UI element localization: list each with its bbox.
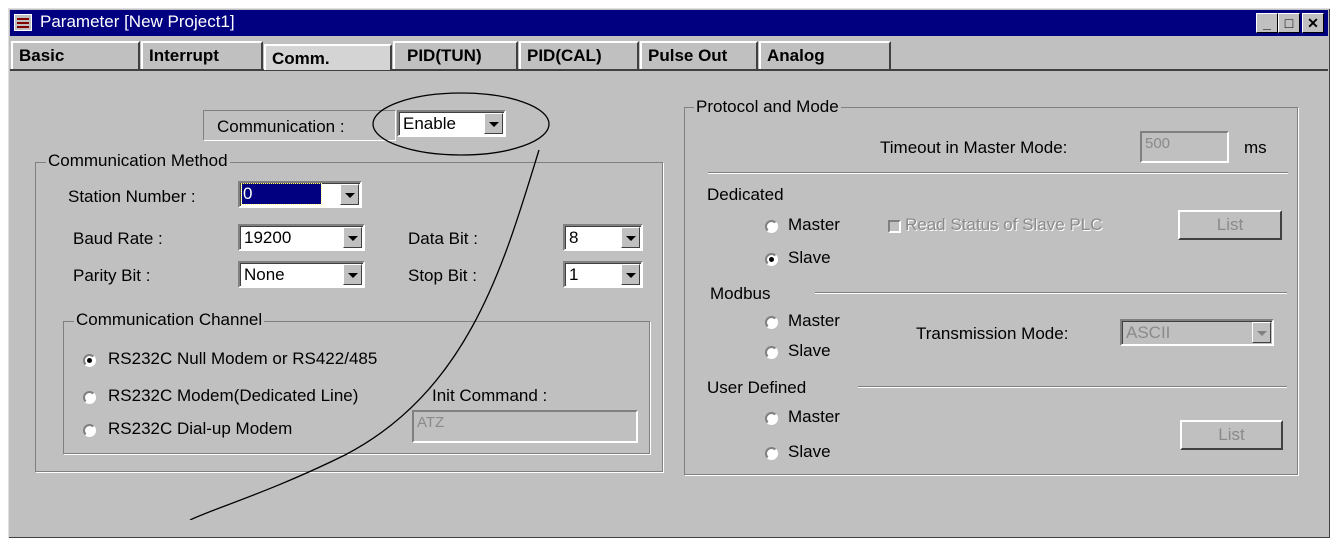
annotation-leader-line — [189, 149, 540, 520]
annotation-ellipse — [372, 92, 550, 156]
annotation-overlay — [189, 92, 550, 520]
